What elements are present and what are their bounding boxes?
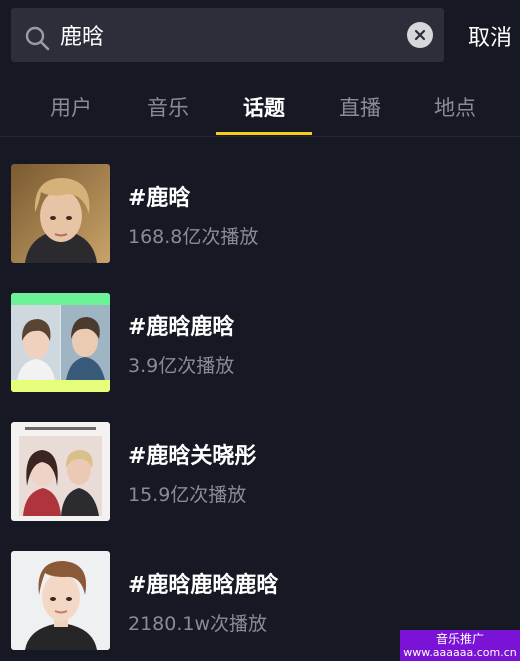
- topic-result[interactable]: #鹿晗 168.8亿次播放: [0, 164, 520, 264]
- topic-thumbnail: [11, 293, 110, 392]
- topic-play-count: 3.9亿次播放: [128, 355, 235, 377]
- topic-result[interactable]: #鹿晗鹿晗 3.9亿次播放: [0, 293, 520, 393]
- topic-title: #鹿晗关晓彤: [128, 444, 257, 469]
- tab-topics[interactable]: 话题: [216, 92, 312, 122]
- active-tab-indicator: [216, 132, 312, 135]
- topic-play-count: 168.8亿次播放: [128, 226, 259, 248]
- topic-play-count: 2180.1w次播放: [128, 613, 268, 635]
- tab-music[interactable]: 音乐: [120, 92, 216, 122]
- topic-thumbnail: [11, 422, 110, 521]
- watermark-title: 音乐推广: [435, 632, 484, 646]
- tab-live[interactable]: 直播: [312, 92, 408, 122]
- two-portrait-collage-icon: [11, 293, 110, 392]
- topic-result[interactable]: #鹿晗关晓彤 15.9亿次播放: [0, 422, 520, 522]
- portrait-photo-icon: [11, 164, 110, 263]
- tab-places[interactable]: 地点: [407, 92, 503, 122]
- cancel-button[interactable]: 取消: [468, 20, 512, 52]
- portrait-photo-icon: [11, 551, 110, 650]
- watermark-url: www.aaaaaa.com.cn: [403, 646, 517, 659]
- couple-photo-icon: [11, 422, 110, 521]
- topic-thumbnail: [11, 164, 110, 263]
- category-tabs: 用户 音乐 话题 直播 地点: [0, 80, 520, 137]
- watermark-badge: 音乐推广 www.aaaaaa.com.cn: [400, 630, 520, 661]
- search-input[interactable]: [60, 8, 390, 62]
- topic-title: #鹿晗鹿晗: [128, 315, 235, 340]
- clear-search-button[interactable]: [407, 22, 433, 48]
- topic-title: #鹿晗: [128, 186, 191, 211]
- topic-play-count: 15.9亿次播放: [128, 484, 247, 506]
- topic-thumbnail: [11, 551, 110, 650]
- tab-users[interactable]: 用户: [23, 92, 119, 122]
- search-icon: [25, 26, 50, 51]
- topic-title: #鹿晗鹿晗鹿晗: [128, 573, 279, 598]
- close-icon: [414, 29, 426, 41]
